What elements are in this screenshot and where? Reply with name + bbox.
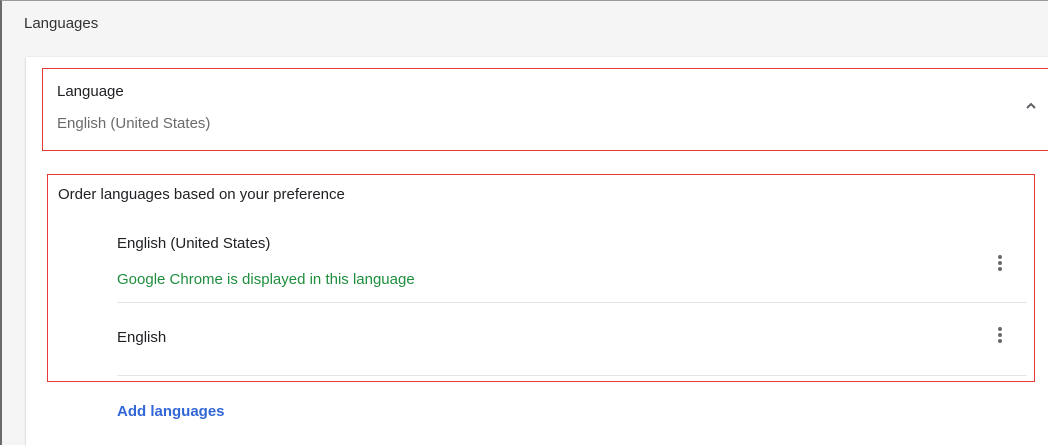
more-vert-icon[interactable] xyxy=(993,325,1007,349)
language-name: English xyxy=(117,329,167,346)
settings-panel: Languages Language English (United State… xyxy=(0,0,1048,446)
more-vert-icon[interactable] xyxy=(993,253,1007,277)
language-name: English (United States) xyxy=(117,235,271,252)
add-languages-link[interactable]: Add languages xyxy=(117,403,225,420)
preference-title: Order languages based on your preference xyxy=(58,186,345,203)
display-language-note: Google Chrome is displayed in this langu… xyxy=(117,271,415,288)
language-row: English xyxy=(117,303,1027,376)
language-header-subtitle: English (United States) xyxy=(57,115,211,132)
language-header[interactable]: Language English (United States) xyxy=(42,68,1048,151)
languages-card: Language English (United States) Order l… xyxy=(26,57,1048,446)
language-preference-list: Order languages based on your preference… xyxy=(47,174,1035,382)
language-row: English (United States) Google Chrome is… xyxy=(117,225,1027,303)
chevron-up-icon[interactable] xyxy=(1024,99,1038,113)
section-title: Languages xyxy=(24,15,99,32)
language-header-title: Language xyxy=(57,83,124,100)
